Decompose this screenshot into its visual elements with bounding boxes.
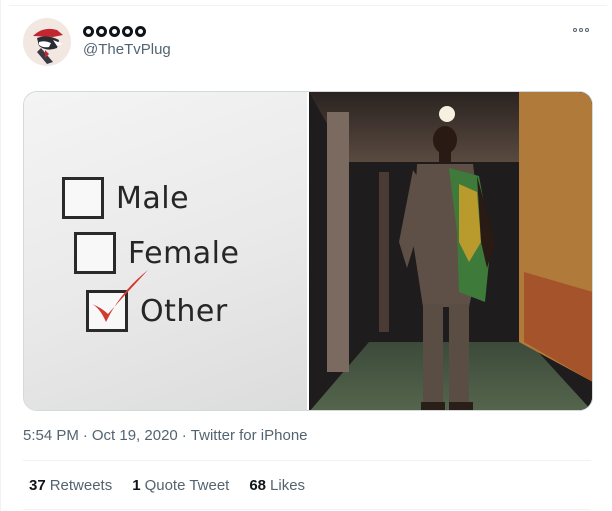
tweet-timestamp[interactable]: 5:54 PM · Oct 19, 2020 · Twitter for iPh… bbox=[23, 427, 308, 444]
divider bbox=[23, 509, 591, 510]
name-glyph bbox=[96, 25, 107, 37]
top-divider bbox=[9, 5, 607, 6]
option-male: Male bbox=[62, 177, 189, 219]
time-text: 5:54 PM bbox=[23, 427, 79, 444]
tweet-media[interactable]: Male Female Other bbox=[23, 91, 593, 411]
man-in-suit-photo[interactable] bbox=[309, 92, 592, 410]
likes-count: 68 bbox=[249, 477, 267, 494]
quotes-count: 1 bbox=[132, 477, 141, 494]
display-name[interactable] bbox=[83, 22, 146, 40]
name-glyph bbox=[109, 25, 120, 37]
checkbox-empty bbox=[62, 177, 104, 219]
quotes-stat[interactable]: 1 Quote Tweet bbox=[132, 477, 229, 494]
source-link[interactable]: Twitter for iPhone bbox=[191, 427, 308, 444]
checkbox-image[interactable]: Male Female Other bbox=[24, 92, 307, 410]
option-label: Male bbox=[116, 180, 190, 216]
likes-label: Likes bbox=[270, 477, 306, 494]
name-glyph bbox=[83, 25, 94, 37]
name-glyph bbox=[122, 25, 133, 37]
retweets-label: Retweets bbox=[49, 477, 113, 494]
divider bbox=[23, 460, 591, 461]
avatar-image bbox=[23, 18, 71, 66]
date-text: Oct 19, 2020 bbox=[91, 427, 178, 444]
photo-scene bbox=[309, 92, 592, 410]
more-icon[interactable] bbox=[573, 24, 595, 36]
name-glyph bbox=[135, 25, 146, 37]
retweets-count: 37 bbox=[29, 477, 46, 494]
separator: · bbox=[82, 427, 88, 444]
checkmark-icon bbox=[92, 270, 148, 322]
avatar[interactable] bbox=[23, 18, 71, 66]
separator: · bbox=[181, 427, 187, 444]
quotes-label: Quote Tweet bbox=[144, 477, 230, 494]
tweet-detail: @TheTvPlug Male Female Other 5:54 PM · O… bbox=[0, 0, 612, 511]
retweets-stat[interactable]: 37 Retweets bbox=[29, 477, 112, 494]
likes-stat[interactable]: 68 Likes bbox=[249, 477, 305, 494]
engagement-stats: 37 Retweets 1 Quote Tweet 68 Likes bbox=[29, 477, 305, 494]
user-handle[interactable]: @TheTvPlug bbox=[83, 41, 171, 58]
